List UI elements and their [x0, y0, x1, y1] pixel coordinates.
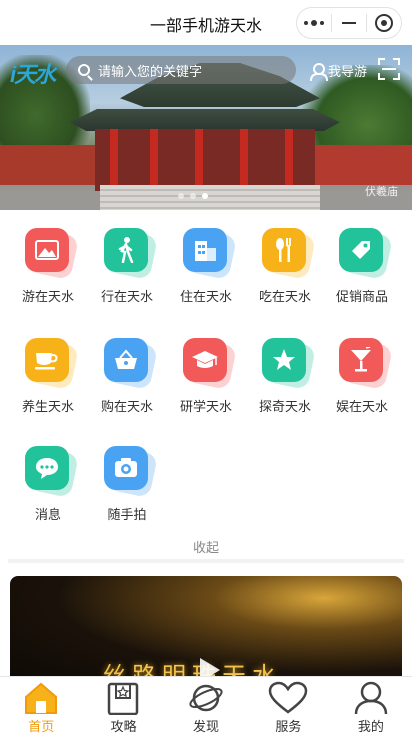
home-icon: [25, 682, 58, 714]
mountain-icon: [25, 228, 69, 272]
grid-item-snapshot[interactable]: 随手拍: [87, 445, 167, 526]
close-button[interactable]: [367, 8, 401, 38]
bottom-tab-bar: 首页 攻略 发现 服务 我的: [0, 676, 412, 738]
carousel-dot[interactable]: [190, 193, 196, 199]
tea-cup-icon: [25, 338, 69, 382]
carousel-dot-active[interactable]: [202, 193, 208, 199]
guide-button[interactable]: 我导游: [310, 61, 368, 81]
more-menu-button[interactable]: [297, 8, 331, 38]
grid-item-study[interactable]: 研学天水: [166, 337, 246, 418]
grid-item-label: 娱在天水: [335, 399, 388, 414]
banner-carousel[interactable]: i天水 请输入您的关键字 我导游 伏羲庙: [0, 45, 412, 210]
tab-label: 发现: [193, 719, 220, 734]
grid-item-label: 住在天水: [179, 289, 232, 304]
grid-item-label: 行在天水: [100, 289, 153, 304]
grid-item-stay[interactable]: 住在天水: [166, 227, 246, 308]
carousel-indicator: [178, 193, 208, 199]
building-icon: [183, 228, 227, 272]
grid-item-entertainment[interactable]: 娱在天水: [322, 337, 402, 418]
collapse-button[interactable]: 收起: [0, 537, 412, 556]
grid-item-label: 吃在天水: [258, 289, 311, 304]
chat-bubble-icon: [25, 446, 69, 490]
tab-discover[interactable]: 发现: [165, 677, 247, 738]
grid-item-label: 消息: [34, 507, 61, 522]
heart-icon: [269, 681, 308, 714]
guide-book-icon: [107, 682, 138, 715]
search-input[interactable]: 请输入您的关键字: [66, 56, 296, 84]
tab-service[interactable]: 服务: [247, 677, 329, 738]
grid-item-label: 购在天水: [100, 399, 153, 414]
mini-program-capsule: [296, 7, 402, 39]
walking-person-icon: [104, 228, 148, 272]
user-icon: [354, 681, 388, 715]
grid-item-label: 游在天水: [21, 289, 74, 304]
tab-label: 首页: [28, 719, 55, 734]
grid-item-food[interactable]: 吃在天水: [245, 227, 325, 308]
fork-knife-icon: [262, 228, 306, 272]
person-icon: [310, 62, 328, 81]
tab-guide[interactable]: 攻略: [82, 677, 164, 738]
star-icon: [262, 338, 306, 382]
tab-label: 我的: [357, 719, 384, 734]
more-dots-icon: [304, 20, 324, 26]
tab-home[interactable]: 首页: [0, 677, 82, 738]
banner-caption: 伏羲庙: [365, 186, 398, 198]
grid-item-label: 随手拍: [107, 507, 147, 522]
grid-item-explore[interactable]: 探奇天水: [245, 337, 325, 418]
grid-item-messages[interactable]: 消息: [8, 445, 88, 526]
scan-icon[interactable]: [378, 58, 400, 80]
section-divider: [8, 559, 404, 563]
grid-item-tour[interactable]: 游在天水: [8, 227, 88, 308]
grid-item-label: 研学天水: [179, 399, 232, 414]
tab-label: 攻略: [110, 719, 137, 734]
graduation-cap-icon: [183, 338, 227, 382]
minimize-button[interactable]: [332, 8, 366, 38]
grid-item-wellness[interactable]: 养生天水: [8, 337, 88, 418]
tab-mine[interactable]: 我的: [330, 677, 412, 738]
grid-item-shopping[interactable]: 购在天水: [87, 337, 167, 418]
search-icon: [78, 64, 90, 76]
grid-item-label: 促销商品: [335, 289, 388, 304]
carousel-dot[interactable]: [178, 193, 184, 199]
camera-icon: [104, 446, 148, 490]
grid-item-label: 养生天水: [21, 399, 74, 414]
close-target-icon: [375, 14, 393, 32]
cocktail-icon: [339, 338, 383, 382]
grid-item-promotion[interactable]: 促销商品: [322, 227, 402, 308]
planet-icon: [189, 684, 223, 712]
tag-icon: [339, 228, 383, 272]
shopping-basket-icon: [104, 338, 148, 382]
grid-item-label: 探奇天水: [258, 399, 311, 414]
promo-video[interactable]: 丝路明珠天水: [10, 576, 402, 686]
app-logo: i天水: [10, 62, 56, 87]
guide-label: 我导游: [328, 64, 368, 79]
tab-label: 服务: [275, 719, 302, 734]
grid-item-travel[interactable]: 行在天水: [87, 227, 167, 308]
title-bar: 一部手机游天水: [0, 0, 412, 45]
search-placeholder: 请输入您的关键字: [98, 63, 203, 79]
minimize-icon: [342, 22, 356, 24]
